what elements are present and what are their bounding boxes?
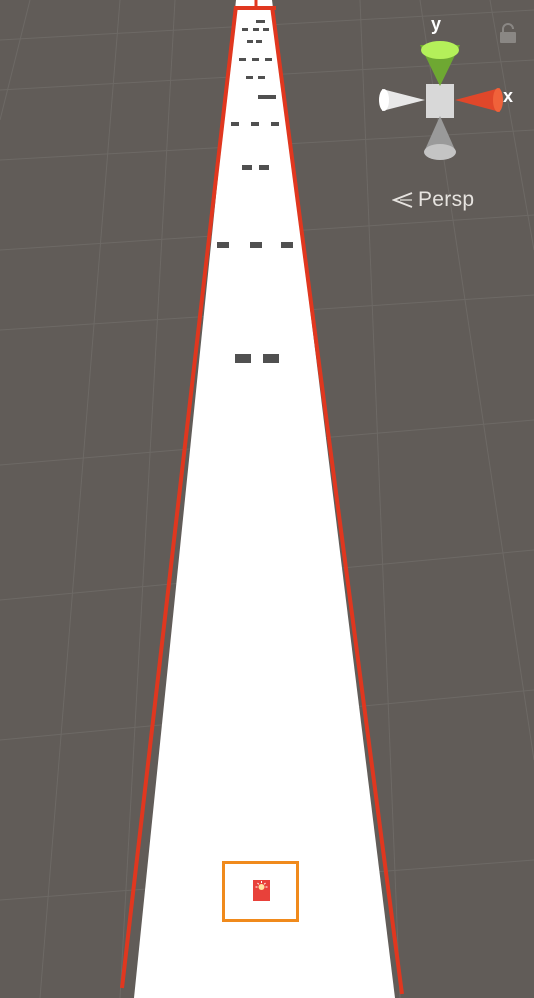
gizmo-y-label[interactable]: y (431, 14, 441, 35)
obstacle[interactable] (235, 354, 251, 363)
obstacle[interactable] (252, 58, 259, 61)
scene-viewport[interactable]: y x Persp (0, 0, 534, 998)
gizmo-y-axis-cap (421, 41, 459, 59)
obstacle[interactable] (250, 242, 262, 248)
obstacle[interactable] (263, 354, 279, 363)
obstacle[interactable] (281, 242, 293, 248)
lock-icon[interactable] (498, 22, 518, 44)
gizmo-x-label[interactable]: x (503, 86, 513, 107)
obstacle[interactable] (258, 76, 265, 79)
projection-label: Persp (418, 188, 475, 211)
selected-object-highlight[interactable] (222, 861, 299, 922)
obstacle[interactable] (231, 122, 239, 126)
obstacle[interactable] (247, 40, 253, 43)
obstacle[interactable] (242, 165, 252, 170)
obstacle[interactable] (256, 40, 262, 43)
obstacle[interactable] (239, 58, 246, 61)
obstacle[interactable] (263, 28, 269, 31)
gizmo-neg-x-axis-cap (379, 89, 389, 111)
obstacle[interactable] (246, 76, 253, 79)
gizmo-center-cube[interactable] (426, 84, 454, 118)
projection-toggle[interactable]: Persp (392, 186, 474, 214)
obstacle[interactable] (253, 28, 259, 31)
obstacle[interactable] (271, 122, 279, 126)
gizmo-x-axis-cap (493, 88, 503, 112)
chevron-left-icon (392, 192, 413, 208)
obstacle[interactable] (258, 95, 276, 99)
obstacle[interactable] (259, 165, 269, 170)
obstacle[interactable] (217, 242, 229, 248)
obstacle[interactable] (256, 20, 265, 23)
gizmo-neg-y-axis-cap (424, 144, 456, 160)
obstacle[interactable] (251, 122, 259, 126)
obstacle[interactable] (242, 28, 248, 31)
obstacle[interactable] (265, 58, 272, 61)
scene-canvas[interactable] (0, 0, 534, 998)
